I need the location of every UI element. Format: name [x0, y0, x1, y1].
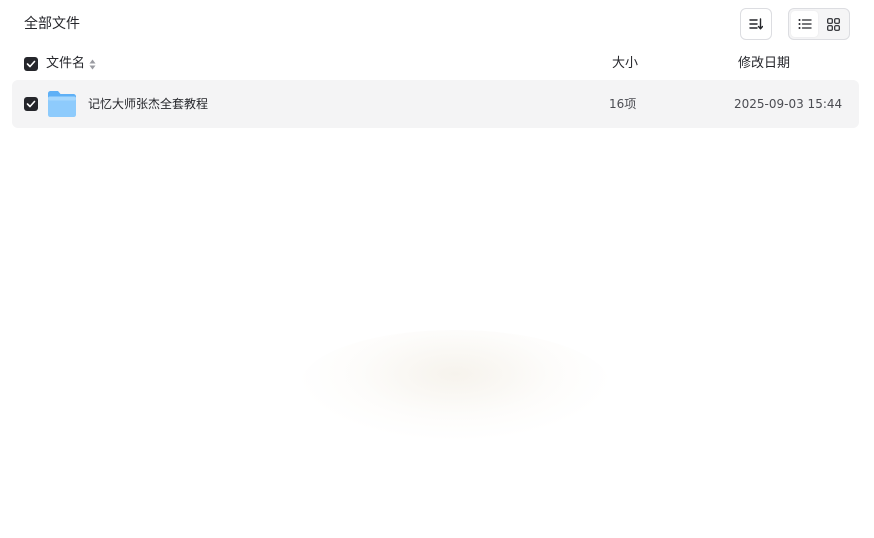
toolbar: 全部文件: [0, 0, 874, 48]
column-name-sort[interactable]: 文件名: [46, 54, 96, 74]
grid-view-icon: [827, 17, 840, 31]
column-size-label: 大小: [612, 56, 639, 71]
list-view-button[interactable]: [791, 11, 818, 37]
folder-icon: [48, 91, 76, 117]
column-date-label: 修改日期: [738, 56, 791, 71]
list-view-icon: [798, 19, 812, 29]
file-size: 16项: [609, 97, 637, 111]
grid-view-button[interactable]: [820, 11, 847, 37]
check-icon: [26, 60, 36, 68]
column-header: 文件名 大小 修改日期: [0, 48, 874, 80]
sort-list-icon: [749, 18, 763, 30]
breadcrumb-all-files[interactable]: 全部文件: [24, 14, 80, 34]
empty-area-glow: [300, 330, 610, 440]
row-checkbox[interactable]: [24, 97, 38, 111]
sort-arrows-icon: [89, 59, 96, 69]
select-all-checkbox[interactable]: [24, 57, 38, 71]
file-browser: 全部文件 文件名 大小 修改日期 记忆大师张杰全套教程 16项 2025-09-…: [0, 0, 874, 538]
table-row[interactable]: 记忆大师张杰全套教程 16项 2025-09-03 15:44: [12, 80, 859, 128]
column-name-label: 文件名: [46, 56, 86, 71]
check-icon: [26, 100, 36, 108]
sort-button[interactable]: [740, 8, 772, 40]
file-name[interactable]: 记忆大师张杰全套教程: [88, 94, 208, 114]
view-mode-switch: [788, 8, 850, 40]
file-modified-date: 2025-09-03 15:44: [734, 97, 843, 111]
